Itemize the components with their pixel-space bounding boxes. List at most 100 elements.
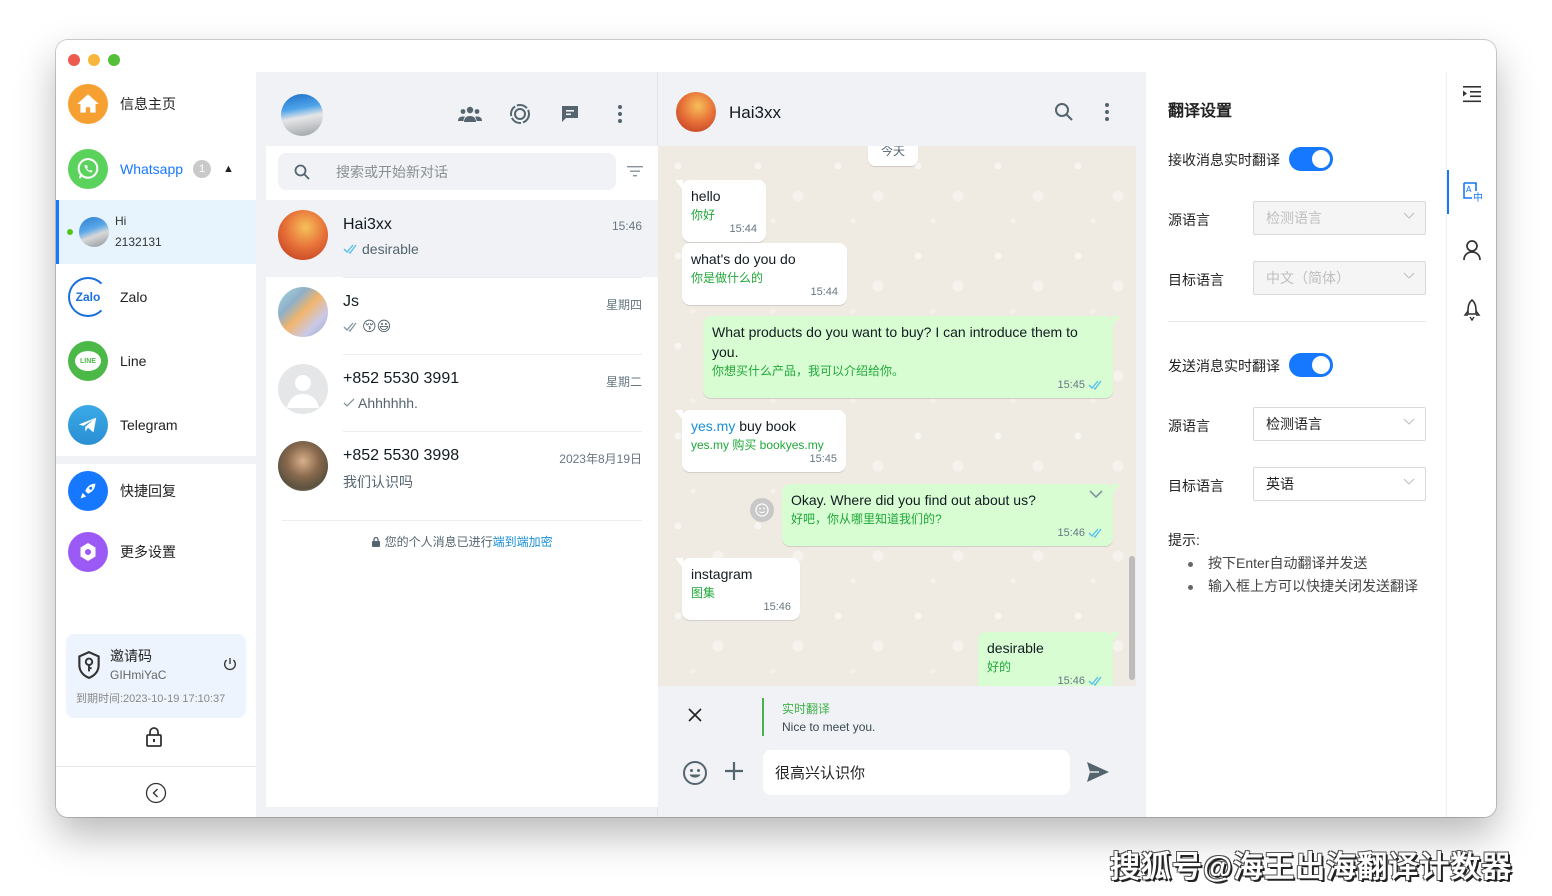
status-icon[interactable] <box>508 102 532 126</box>
message-area: 今天 hello 你好 15:44 what's do you do 你是做什么… <box>658 146 1136 686</box>
panel-title: 翻译设置 <box>1168 103 1233 120</box>
divider <box>343 354 642 355</box>
chevron-up-icon[interactable]: ▲ <box>223 163 234 175</box>
sidebar-item-label: Telegram <box>120 417 178 433</box>
live-translation-title: 实时翻译 <box>782 702 831 716</box>
minimize-window-button[interactable] <box>88 54 100 66</box>
double-check-read-icon <box>343 244 357 254</box>
message-text: Okay. Where did you find out about us? <box>791 492 1036 508</box>
divider <box>343 277 642 278</box>
live-translation-strip: 实时翻译 Nice to meet you. <box>658 686 1146 742</box>
conversation-item[interactable]: +852 5530 3991 星期二 Ahhhhhh. <box>266 354 658 431</box>
send-icon[interactable] <box>1086 761 1110 783</box>
menu-icon[interactable] <box>608 102 632 126</box>
receive-source-label: 源语言 <box>1168 212 1210 228</box>
search-icon[interactable] <box>1054 102 1074 122</box>
emoji-icon[interactable] <box>682 760 708 786</box>
sidebar-item-telegram[interactable]: Telegram <box>56 394 256 456</box>
message-time: 15:45 <box>1057 379 1085 391</box>
send-target-label: 目标语言 <box>1168 478 1224 494</box>
search-row <box>266 146 658 200</box>
message-incoming[interactable]: what's do you do 你是做什么的 15:44 <box>682 243 847 305</box>
conversation-item[interactable]: +852 5530 3998 2023年8月19日 我们认识吗 <box>266 431 658 508</box>
e2e-notice: 您的个人消息已进行端到端加密 <box>266 533 658 550</box>
attach-plus-icon[interactable] <box>724 761 744 781</box>
right-rail: A中 <box>1446 72 1496 817</box>
new-chat-icon[interactable] <box>558 102 582 126</box>
message-text: buy book <box>735 418 797 434</box>
date-chip: 今天 <box>868 146 918 166</box>
maximize-window-button[interactable] <box>108 54 120 66</box>
sidebar-item-whatsapp[interactable]: Whatsapp 1 ▲ <box>56 138 256 200</box>
chevron-down-icon <box>1403 212 1415 219</box>
rail-quick-reply[interactable] <box>1447 288 1496 332</box>
sidebar-item-zalo[interactable]: Zalo Zalo <box>56 266 256 328</box>
account-item[interactable]: Hi 2132131 <box>56 200 256 264</box>
unread-badge: 1 <box>193 160 212 178</box>
double-check-read-icon <box>1088 380 1102 390</box>
message-incoming[interactable]: hello 你好 15:44 <box>675 180 766 242</box>
chat-list-header <box>256 72 658 146</box>
conversation-preview: 我们认识吗 <box>343 474 413 490</box>
invite-title: 邀请码 <box>110 648 152 664</box>
chevron-down-icon <box>1403 418 1415 425</box>
message-time: 15:44 <box>810 286 838 298</box>
message-incoming[interactable]: yes.my buy book yes.my 购买 bookyes.my 15:… <box>675 410 846 472</box>
message-incoming[interactable]: instagram 图集 15:46 <box>675 558 800 620</box>
message-time: 15:44 <box>729 223 757 235</box>
message-translation: 你想买什么产品，我可以介绍给你。 <box>712 364 905 378</box>
avatar[interactable] <box>676 92 716 132</box>
conversation-item[interactable]: Js 星期四 😚😃 <box>266 277 658 354</box>
sidebar-item-line[interactable]: LINE Line <box>56 330 256 392</box>
zalo-icon: Zalo <box>68 277 108 317</box>
message-link[interactable]: yes.my <box>691 418 735 434</box>
filter-icon[interactable] <box>626 164 644 178</box>
send-translate-toggle[interactable] <box>1289 353 1333 377</box>
sidebar-item-home[interactable]: 信息主页 <box>56 73 256 135</box>
communities-icon[interactable] <box>458 102 482 126</box>
sidebar-item-more-settings[interactable]: 更多设置 <box>56 521 256 583</box>
lock-icon[interactable] <box>144 726 164 748</box>
online-status-dot <box>67 229 73 235</box>
send-source-select[interactable]: 检测语言 <box>1253 407 1426 441</box>
chevron-down-icon[interactable] <box>1089 490 1103 499</box>
sidebar-item-label: 信息主页 <box>120 96 176 112</box>
message-outgoing[interactable]: Okay. Where did you find out about us? 好… <box>782 484 1120 546</box>
invite-code-card: 邀请码 GIHmiYaC 到期时间:2023-10-19 17:10:37 <box>66 634 246 718</box>
receive-target-select[interactable]: 中文（简体） <box>1253 261 1426 295</box>
message-input[interactable] <box>763 750 1070 795</box>
menu-icon[interactable] <box>1104 102 1110 122</box>
divider <box>56 766 256 767</box>
receive-target-label: 目标语言 <box>1168 272 1224 288</box>
sidebar-item-label: 更多设置 <box>120 544 176 560</box>
conversation-item[interactable]: Hai3xx 15:46 desirable <box>266 200 658 277</box>
expand-panel-button[interactable] <box>1447 72 1496 116</box>
chat-title[interactable]: Hai3xx <box>729 103 781 123</box>
sidebar-item-quick-reply[interactable]: 快捷回复 <box>56 460 256 522</box>
receive-translate-toggle[interactable] <box>1289 147 1333 171</box>
tips-list: 按下Enter自动翻译并发送 输入框上方可以快捷关闭发送翻译 <box>1186 552 1418 598</box>
scrollbar[interactable] <box>1129 556 1135 680</box>
lock-icon <box>372 536 381 547</box>
rail-contact[interactable] <box>1447 228 1496 272</box>
rail-translate[interactable]: A中 <box>1447 170 1496 214</box>
conversation-time: 星期四 <box>605 298 642 312</box>
receive-source-select[interactable]: 检测语言 <box>1253 201 1426 235</box>
message-outgoing[interactable]: What products do you want to buy? I can … <box>703 316 1120 398</box>
collapse-sidebar-icon[interactable] <box>145 782 167 804</box>
search-icon <box>294 164 310 180</box>
user-icon <box>1463 240 1481 261</box>
close-icon[interactable] <box>688 708 702 722</box>
power-icon[interactable] <box>222 656 238 672</box>
search-box <box>278 153 616 190</box>
receive-translate-label: 接收消息实时翻译 <box>1168 152 1280 168</box>
emoji-reaction-icon[interactable] <box>750 498 774 522</box>
search-input[interactable] <box>336 163 596 180</box>
message-time: 15:45 <box>809 453 837 465</box>
send-target-select[interactable]: 英语 <box>1253 467 1426 501</box>
close-window-button[interactable] <box>68 54 80 66</box>
my-avatar[interactable] <box>281 94 323 136</box>
e2e-link[interactable]: 端到端加密 <box>493 535 553 549</box>
conversation-preview: Ahhhhhh. <box>358 395 418 411</box>
message-outgoing[interactable]: desirable 好的 15:46 <box>978 632 1120 686</box>
